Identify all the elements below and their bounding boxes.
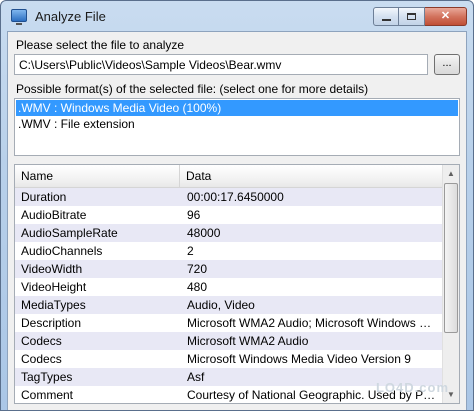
cell-data: 00:00:17.6450000 — [187, 190, 284, 204]
table-row[interactable]: AudioBitrate 96 — [15, 206, 443, 224]
cell-name: AudioChannels — [21, 244, 103, 258]
maximize-icon — [407, 13, 416, 20]
cell-name: AudioSampleRate — [21, 226, 118, 240]
cell-data: 2 — [187, 244, 194, 258]
table-row[interactable]: Description Microsoft WMA2 Audio; Microso… — [15, 314, 443, 332]
scrollbar-thumb[interactable] — [444, 183, 458, 333]
watermark-logo: LO4D.com — [375, 380, 449, 395]
title-bar[interactable]: Analyze File ✕ — [1, 1, 473, 31]
format-item-selected[interactable]: .WMV : Windows Media Video (100%) — [16, 100, 458, 116]
table-row[interactable]: Codecs Microsoft WMA2 Audio — [15, 332, 443, 350]
cell-name: TagTypes — [21, 370, 73, 384]
details-grid: Name Data Duration 00:00:17.6450000 AudioB… — [14, 164, 460, 404]
cell-data: Microsoft WMA2 Audio — [187, 334, 309, 348]
grid-header: Name Data — [15, 165, 443, 188]
cell-name: VideoWidth — [21, 262, 83, 276]
cell-data: 480 — [187, 280, 208, 294]
cell-data: Microsoft Windows Media Video Version 9 — [187, 352, 411, 366]
cell-name: AudioBitrate — [21, 208, 87, 222]
column-header-data[interactable]: Data — [180, 165, 443, 187]
cell-name: Duration — [21, 190, 67, 204]
formats-prompt-label: Possible format(s) of the selected file:… — [16, 82, 369, 96]
cell-name: VideoHeight — [21, 280, 87, 294]
grid-rows: Duration 00:00:17.6450000 AudioBitrate 96 Au… — [15, 188, 443, 403]
analyze-file-window: Analyze File ✕ Please select the file to… — [0, 0, 474, 411]
close-icon: ✕ — [440, 10, 451, 22]
table-row[interactable]: VideoHeight 480 — [15, 278, 443, 296]
close-button[interactable]: ✕ — [425, 7, 467, 26]
file-path-input[interactable]: C:\Users\Public\Videos\Sample Videos\Bea… — [14, 54, 428, 75]
monitor-icon — [11, 9, 27, 25]
cell-data: 96 — [187, 208, 201, 222]
cell-name: Codecs — [21, 334, 62, 348]
cell-data: 48000 — [187, 226, 221, 240]
vertical-scrollbar[interactable]: ▲ ▼ — [442, 165, 459, 403]
table-row[interactable]: Duration 00:00:17.6450000 — [15, 188, 443, 206]
format-item[interactable]: .WMV : File extension — [16, 116, 458, 132]
column-header-name[interactable]: Name — [15, 165, 180, 187]
formats-listbox[interactable]: .WMV : Windows Media Video (100%) .WMV :… — [14, 98, 460, 156]
table-row[interactable]: AudioSampleRate 48000 — [15, 224, 443, 242]
cell-name: Codecs — [21, 352, 62, 366]
cell-name: Comment — [21, 388, 74, 402]
caption-buttons: ✕ — [373, 7, 467, 26]
table-row[interactable]: AudioChannels 2 — [15, 242, 443, 260]
window-title: Analyze File — [35, 9, 106, 24]
browse-button[interactable]: ... — [434, 54, 460, 75]
scroll-up-arrow-icon[interactable]: ▲ — [443, 165, 459, 182]
minimize-icon — [381, 18, 391, 21]
table-row[interactable]: Codecs Microsoft Windows Media Video Vers… — [15, 350, 443, 368]
cell-name: Description — [21, 316, 82, 330]
cell-name: MediaTypes — [21, 298, 86, 312]
cell-data: Microsoft WMA2 Audio; Microsoft Windows … — [187, 316, 441, 330]
table-row[interactable]: MediaTypes Audio, Video — [15, 296, 443, 314]
table-row[interactable]: VideoWidth 720 — [15, 260, 443, 278]
maximize-button[interactable] — [399, 7, 425, 26]
dialog-body: Please select the file to analyze C:\Use… — [7, 31, 467, 410]
file-prompt-label: Please select the file to analyze — [16, 38, 185, 52]
cell-data: 720 — [187, 262, 208, 276]
cell-data: Audio, Video — [187, 298, 255, 312]
minimize-button[interactable] — [373, 7, 399, 26]
